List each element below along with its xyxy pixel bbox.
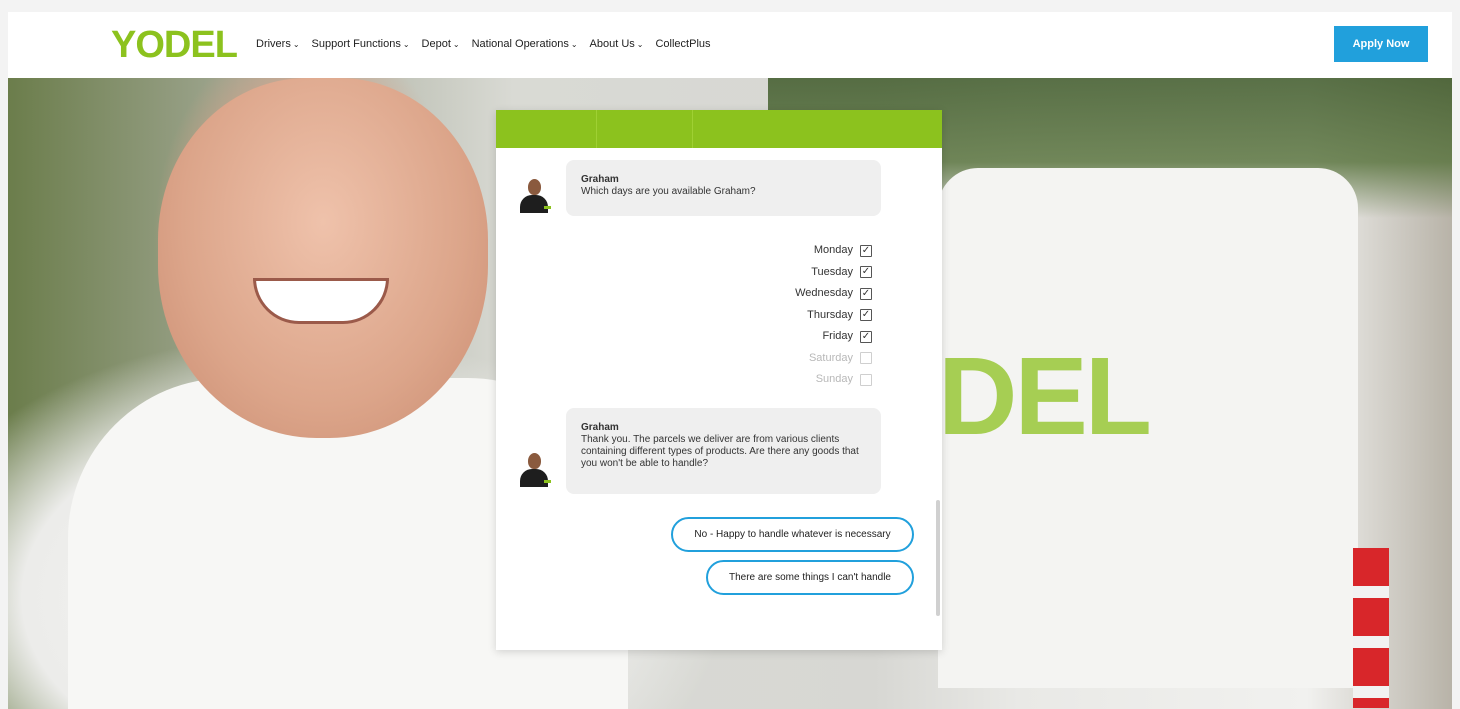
apply-now-button[interactable]: Apply Now xyxy=(1334,26,1428,62)
day-label: Tuesday xyxy=(811,265,853,278)
day-option-wednesday[interactable]: Wednesday ✓ xyxy=(672,283,872,305)
avatar xyxy=(518,452,551,488)
nav-item-support-functions[interactable]: Support Functions ⌄ xyxy=(312,38,410,50)
checkbox-checked-icon[interactable]: ✓ xyxy=(860,330,872,343)
chat-scrollbar[interactable] xyxy=(936,500,940,616)
chevron-down-icon: ⌄ xyxy=(402,40,410,49)
hero-van-logo-text: DEL xyxy=(938,335,1152,458)
day-option-monday[interactable]: Monday ✓ xyxy=(672,240,872,262)
day-label: Wednesday xyxy=(795,287,853,299)
day-label: Friday xyxy=(822,330,853,342)
chevron-down-icon: ⌄ xyxy=(452,40,460,49)
chevron-down-icon: ⌄ xyxy=(570,40,578,49)
day-label: Monday xyxy=(813,244,853,256)
chat-header-divider xyxy=(692,110,693,148)
nav-item-drivers[interactable]: Drivers ⌄ xyxy=(256,38,300,50)
reply-option-button[interactable]: No - Happy to handle whatever is necessa… xyxy=(671,517,914,552)
main-nav: Drivers ⌄ Support Functions ⌄ Depot ⌄ Natio… xyxy=(256,38,723,50)
chat-window: Graham Which days are you available Grah… xyxy=(496,110,942,650)
hero-person-face xyxy=(158,78,488,438)
message-sender: Graham xyxy=(581,422,619,433)
checkbox-checked-icon[interactable]: ✓ xyxy=(860,287,872,300)
chat-message: Graham Which days are you available Grah… xyxy=(566,160,881,216)
nav-item-label: National Operations xyxy=(471,38,569,50)
hero-van-stripe xyxy=(1353,548,1389,708)
nav-item-label: About Us xyxy=(589,38,635,50)
chat-header-divider xyxy=(596,110,597,148)
nav-item-national-operations[interactable]: National Operations ⌄ xyxy=(472,38,578,50)
chevron-down-icon: ⌄ xyxy=(292,40,300,49)
day-option-thursday[interactable]: Thursday ✓ xyxy=(672,305,872,327)
message-text: Which days are you available Graham? xyxy=(581,186,756,197)
nav-item-depot[interactable]: Depot ⌄ xyxy=(422,38,460,50)
nav-item-collectplus[interactable]: CollectPlus xyxy=(655,38,710,50)
nav-item-label: CollectPlus xyxy=(655,38,711,50)
message-sender: Graham xyxy=(581,174,619,185)
site-header: YODEL Drivers ⌄ Support Functions ⌄ Depot ⌄… xyxy=(8,12,1452,78)
checkbox-unchecked-icon[interactable] xyxy=(860,352,872,365)
nav-item-label: Depot xyxy=(421,38,451,50)
day-option-friday[interactable]: Friday ✓ xyxy=(672,326,872,348)
nav-item-about-us[interactable]: About Us ⌄ xyxy=(590,38,644,50)
checkbox-checked-icon[interactable]: ✓ xyxy=(860,266,872,279)
checkbox-checked-icon[interactable]: ✓ xyxy=(860,309,872,322)
page-frame: DEL YODEL Drivers ⌄ Support Functions ⌄ De… xyxy=(8,12,1452,709)
day-option-sunday[interactable]: Sunday xyxy=(672,369,872,391)
message-text: Thank you. The parcels we deliver are fr… xyxy=(581,434,859,469)
chat-header xyxy=(496,110,942,148)
day-option-tuesday[interactable]: Tuesday ✓ xyxy=(672,262,872,284)
day-label: Sunday xyxy=(815,373,853,385)
nav-item-label: Support Functions xyxy=(311,38,401,50)
day-checkbox-list: Monday ✓ Tuesday ✓ Wednesday ✓ Thursday … xyxy=(672,240,872,391)
yodel-logo[interactable]: YODEL xyxy=(111,22,238,68)
nav-item-label: Drivers xyxy=(256,38,291,50)
avatar xyxy=(518,178,551,214)
reply-option-button[interactable]: There are some things I can't handle xyxy=(706,560,914,595)
chat-message: Graham Thank you. The parcels we deliver… xyxy=(566,408,881,494)
chat-body: Graham Which days are you available Grah… xyxy=(496,148,942,650)
checkbox-unchecked-icon[interactable] xyxy=(860,373,872,386)
day-option-saturday[interactable]: Saturday xyxy=(672,348,872,370)
chevron-down-icon: ⌄ xyxy=(636,40,644,49)
day-label: Saturday xyxy=(808,351,853,364)
day-label: Thursday xyxy=(807,308,853,321)
checkbox-checked-icon[interactable]: ✓ xyxy=(860,244,872,257)
